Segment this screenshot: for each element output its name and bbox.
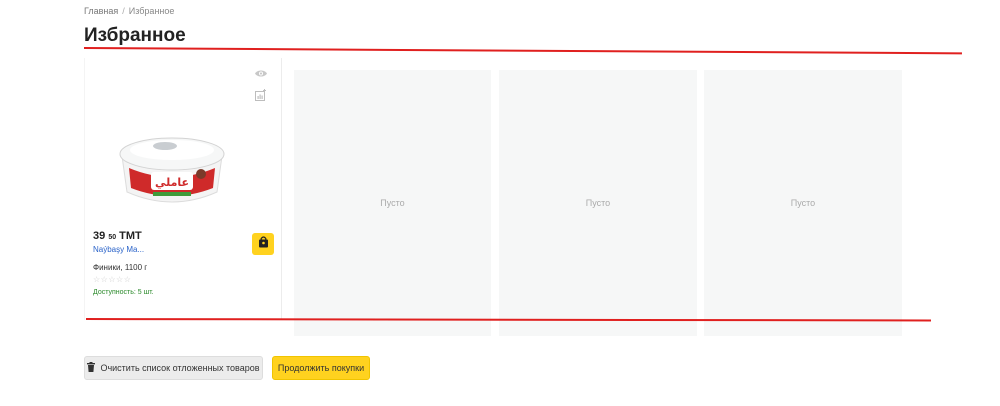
empty-slot: Пусто	[704, 70, 902, 336]
clear-list-button[interactable]: Очистить список отложенных товаров	[84, 356, 263, 380]
product-card[interactable]: عاملي 39 50 ТМТ Naýbaşy Ma... Финики, 11…	[84, 58, 282, 320]
eye-icon[interactable]	[253, 66, 269, 80]
page-title: Избранное	[84, 25, 186, 46]
price-main: 39	[93, 230, 106, 242]
breadcrumb-separator: /	[122, 6, 125, 16]
brand-logo: عاملي	[155, 176, 189, 189]
breadcrumb-current: Избранное	[128, 6, 175, 16]
shopping-bag-icon	[258, 235, 269, 253]
rating-stars: ☆☆☆☆☆	[93, 275, 132, 284]
breadcrumb: Главная / Избранное	[84, 6, 174, 16]
add-to-cart-button[interactable]	[252, 233, 274, 255]
empty-slot-label: Пусто	[380, 198, 405, 208]
trash-icon	[87, 362, 96, 374]
product-name[interactable]: Финики, 1100 г	[93, 263, 147, 272]
stock-status: Доступность: 5 шт.	[93, 289, 154, 296]
price-cents: 50	[108, 234, 117, 241]
empty-slot: Пусто	[294, 70, 491, 336]
breadcrumb-home-link[interactable]: Главная	[84, 6, 118, 16]
empty-slot-label: Пусто	[585, 198, 611, 208]
annotation-line-top	[83, 47, 962, 55]
seller-link[interactable]: Naýbaşy Ma...	[93, 245, 144, 254]
price-currency: ТМТ	[119, 230, 142, 242]
product-price: 39 50 ТМТ	[93, 230, 142, 242]
product-image[interactable]: عاملي	[107, 108, 237, 212]
clear-list-label: Очистить список отложенных товаров	[100, 363, 260, 373]
empty-slot-label: Пусто	[790, 198, 816, 208]
empty-slot: Пусто	[499, 70, 697, 336]
compare-icon[interactable]	[253, 88, 269, 102]
continue-shopping-button[interactable]: Продолжить покупки	[272, 356, 370, 380]
